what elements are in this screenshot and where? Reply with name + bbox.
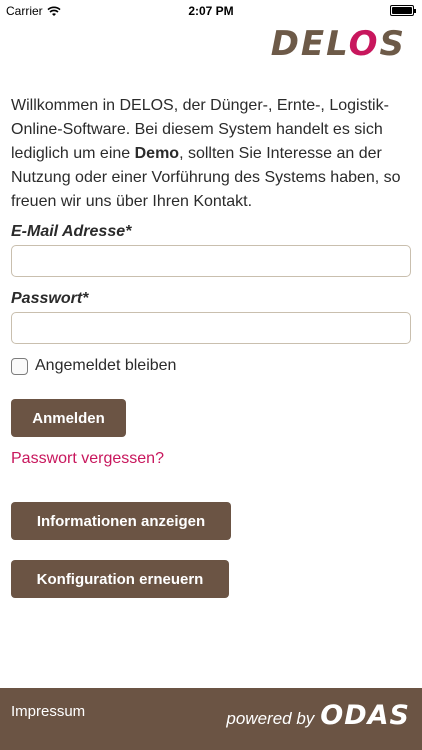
- powered-by-logo: powered by ODAS: [226, 700, 410, 731]
- remember-checkbox[interactable]: [11, 357, 28, 375]
- remember-row: Angemeldet bleiben: [11, 357, 176, 375]
- intro-bold: Demo: [134, 145, 180, 162]
- email-label: E-Mail Adresse*: [11, 223, 132, 240]
- impressum-link[interactable]: Impressum: [11, 703, 85, 720]
- logo-prefix: DEL: [270, 24, 349, 64]
- login-button[interactable]: Anmelden: [11, 399, 126, 437]
- battery-icon: [390, 5, 416, 16]
- email-field[interactable]: [11, 245, 411, 277]
- forgot-password-link[interactable]: Passwort vergessen?: [11, 450, 164, 468]
- password-field[interactable]: [11, 312, 411, 344]
- intro-text: Willkommen in DELOS, der Dünger-, Ernte-…: [11, 94, 413, 214]
- logo-suffix: S: [379, 24, 406, 64]
- logo-accent: O: [348, 24, 380, 64]
- status-time: 2:07 PM: [188, 4, 234, 18]
- odas-logo: ODAS: [320, 700, 410, 731]
- powered-by-label: powered by: [226, 709, 315, 728]
- status-bar: Carrier 2:07 PM: [0, 0, 422, 22]
- remember-label[interactable]: Angemeldet bleiben: [35, 357, 176, 375]
- delos-logo: DELOS: [271, 24, 406, 64]
- password-label: Passwort*: [11, 290, 89, 307]
- footer: Impressum powered by ODAS: [0, 688, 422, 750]
- config-button[interactable]: Konfiguration erneuern: [11, 560, 229, 598]
- info-button[interactable]: Informationen anzeigen: [11, 502, 231, 540]
